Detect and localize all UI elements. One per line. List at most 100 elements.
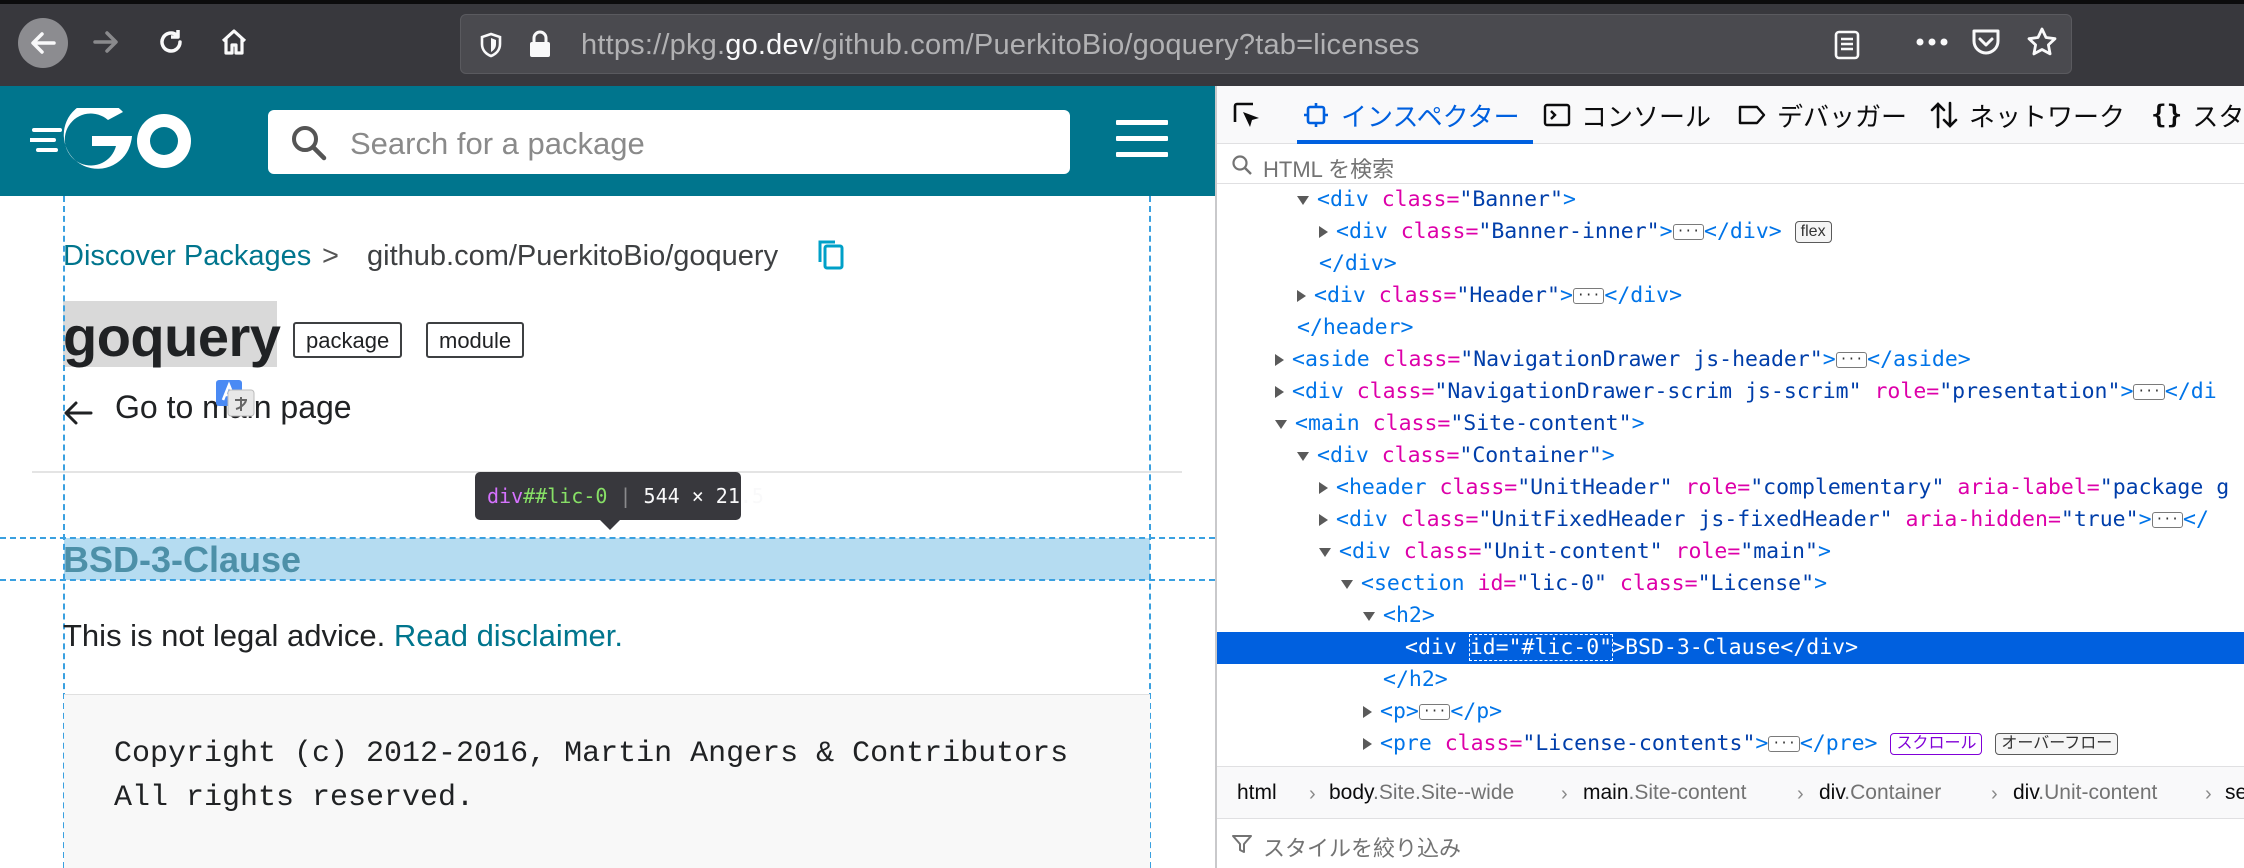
translate-icon[interactable] (214, 378, 256, 418)
back-button[interactable] (18, 18, 68, 68)
crumb-separator-icon: › (1309, 783, 1316, 805)
tree-node[interactable]: <aside class="NavigationDrawer js-header… (1217, 344, 2244, 376)
devtools-tabbar: インスペクター コンソール デバッガー ネットワーク {} スタ (1217, 86, 2244, 144)
crumb-separator-icon: › (1797, 783, 1804, 805)
tree-node[interactable]: <main class="Site-content"> (1217, 408, 2244, 440)
reload-button[interactable] (149, 20, 193, 64)
url-text[interactable]: https://pkg.go.dev/github.com/PuerkitoBi… (581, 29, 1420, 62)
console-icon (1543, 103, 1571, 127)
inspector-guide-bottom (0, 579, 1215, 581)
shield-icon[interactable] (477, 31, 505, 59)
breadcrumb-separator: > (322, 240, 339, 272)
lock-icon[interactable] (527, 29, 553, 59)
crumb-separator-icon: › (1561, 783, 1568, 805)
tab-strip-edge (0, 0, 2244, 4)
tooltip-tag: div (487, 484, 524, 508)
breadcrumb-discover-link[interactable]: Discover Packages (63, 240, 311, 273)
tree-node[interactable]: <h2> (1217, 600, 2244, 632)
tree-node[interactable]: <div class="UnitFixedHeader js-fixedHead… (1217, 504, 2244, 536)
collapsed-ellipsis[interactable]: ··· (1418, 704, 1451, 720)
crumb-separator-icon: › (1991, 783, 1998, 805)
back-arrow-icon (31, 32, 56, 54)
reader-view-icon[interactable] (1833, 29, 1861, 61)
html-search-placeholder: HTML を検索 (1263, 157, 1395, 182)
crumb-container[interactable]: div.Container (1819, 781, 1941, 805)
hamburger-menu-icon[interactable] (1116, 120, 1168, 160)
go-logo[interactable] (30, 108, 200, 174)
scroll-badge[interactable]: スクロール (1890, 733, 1983, 755)
forward-button[interactable] (84, 20, 128, 64)
element-picker-icon[interactable] (1231, 100, 1263, 132)
collapsed-ellipsis[interactable]: ··· (2151, 512, 2183, 528)
tree-node[interactable]: <section id="lic-0" class="License"> (1217, 568, 2244, 600)
tab-network[interactable]: ネットワーク (1929, 86, 2125, 144)
collapsed-ellipsis[interactable]: ··· (1572, 288, 1605, 304)
bookmark-star-icon (2027, 27, 2057, 56)
collapsed-ellipsis[interactable]: ··· (2133, 384, 2165, 400)
search-icon (292, 126, 327, 161)
crumb-section[interactable]: section (2225, 781, 2244, 805)
tree-node[interactable]: <div class="Header"> ··· </div> (1217, 280, 2244, 312)
copy-path-icon[interactable] (816, 238, 846, 272)
html-search[interactable]: HTML を検索 (1217, 144, 2244, 184)
tree-node[interactable]: </div> (1217, 248, 2244, 280)
tree-node[interactable]: <div class="Container"> (1217, 440, 2244, 472)
license-line: Copyright (c) 2012-2016, Martin Angers &… (114, 737, 1069, 771)
left-arrow-icon[interactable] (63, 400, 93, 426)
url-domain: go.dev (725, 29, 814, 61)
tab-inspector[interactable]: インスペクター (1303, 86, 1520, 144)
flex-badge[interactable]: flex (1794, 221, 1832, 243)
filter-icon (1232, 835, 1252, 853)
tab-network-label: ネットワーク (1969, 101, 2126, 132)
tree-node[interactable]: <div class="Banner-inner"> ··· </div> flex (1217, 216, 2244, 248)
legal-notice: This is not legal advice. Read disclaime… (63, 618, 623, 654)
url-prefix: https://pkg. (581, 29, 726, 61)
module-chip: module (426, 322, 525, 358)
web-page: Search for a package Discover Packages >… (0, 86, 1215, 868)
disclaimer-link[interactable]: Read disclaimer. (394, 618, 623, 653)
inspector-guide-top (0, 537, 1215, 539)
crumb-html[interactable]: html (1237, 781, 1277, 805)
style-filter[interactable]: スタイルを絞り込み (1217, 818, 2244, 868)
breadcrumb-current: github.com/PuerkitoBio/goquery (367, 240, 779, 272)
collapsed-ellipsis[interactable]: ··· (1672, 224, 1705, 240)
style-filter-placeholder: スタイルを絞り込み (1263, 836, 1462, 861)
home-icon (221, 29, 247, 55)
tree-node[interactable]: <p> ··· </p> (1217, 696, 2244, 728)
license-line: All rights reserved. (114, 781, 475, 815)
tab-style-label: スタ (2192, 101, 2244, 132)
tab-console-label: コンソール (1581, 101, 1712, 132)
crumb-main[interactable]: main.Site-content (1583, 781, 1746, 805)
tree-node[interactable]: <div class="Unit-content" role="main"> (1217, 536, 2244, 568)
tree-node[interactable]: </header> (1217, 312, 2244, 344)
go-header: Search for a package (0, 86, 1215, 196)
bookmark-button[interactable] (2020, 20, 2064, 64)
tab-style-editor[interactable]: {} スタ (2151, 86, 2244, 144)
crumb-body[interactable]: body.Site.Site--wide (1329, 781, 1514, 805)
home-button[interactable] (212, 20, 256, 64)
collapsed-ellipsis[interactable]: ··· (1835, 352, 1868, 368)
browser-toolbar: https://pkg.go.dev/github.com/PuerkitoBi… (0, 0, 2244, 86)
tree-node-selected[interactable]: <div id="#lic-0">BSD-3-Clause</div> (1217, 632, 2244, 664)
tooltip-size: 544 × 21.5 (643, 484, 764, 508)
tab-console[interactable]: コンソール (1543, 86, 1711, 144)
tree-node[interactable]: <pre class="License-contents"> ··· </pre> … (1217, 728, 2244, 760)
overflow-badge[interactable]: オーバーフロー (1995, 733, 2119, 755)
tab-debugger[interactable]: デバッガー (1737, 86, 1907, 144)
search-placeholder: Search for a package (350, 126, 645, 161)
page-title: goquery (63, 305, 281, 368)
debugger-icon (1738, 105, 1766, 125)
forward-arrow-icon (93, 31, 118, 53)
tree-node[interactable]: </h2> (1217, 664, 2244, 696)
tab-debugger-label: デバッガー (1777, 101, 1908, 132)
crumb-separator-icon: › (2205, 783, 2212, 805)
package-search[interactable]: Search for a package (268, 110, 1070, 174)
pocket-button[interactable] (1964, 20, 2008, 64)
tree-node[interactable]: <header class="UnitHeader" role="complem… (1217, 472, 2244, 504)
url-bar[interactable]: https://pkg.go.dev/github.com/PuerkitoBi… (460, 14, 2072, 74)
tree-node[interactable]: <div class="Banner"> (1217, 184, 2244, 216)
tree-node[interactable]: <div class="NavigationDrawer-scrim js-sc… (1217, 376, 2244, 408)
collapsed-ellipsis[interactable]: ··· (1768, 736, 1800, 752)
crumb-unit-content[interactable]: div.Unit-content (2013, 781, 2157, 805)
more-button[interactable] (1910, 20, 1954, 64)
